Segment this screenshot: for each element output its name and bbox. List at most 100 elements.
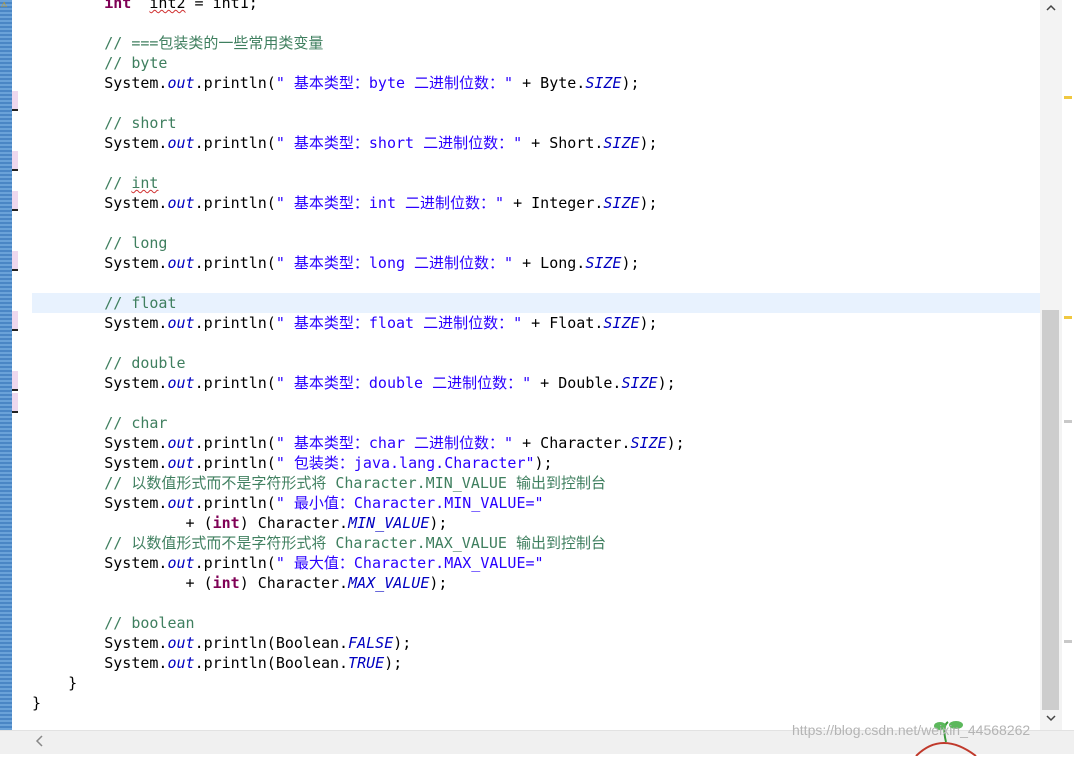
code-text: System.out.println(Boolean.FALSE); — [32, 633, 411, 653]
code-text: // short — [32, 113, 176, 133]
code-token: // ===包装类的一些常用类变量 — [104, 34, 324, 52]
code-token: System. — [104, 254, 168, 272]
code-line[interactable]: System.out.println(Boolean.TRUE); — [32, 653, 1040, 673]
code-token: ); — [429, 574, 448, 592]
code-token: " 包装类：java.lang.Character" — [275, 454, 535, 472]
code-token: = int1; — [185, 0, 258, 12]
code-token: System. — [104, 634, 168, 652]
chevron-down-icon[interactable] — [1043, 712, 1059, 728]
code-line[interactable]: } — [32, 693, 1040, 713]
code-line[interactable]: int int2 = int1; — [32, 0, 1040, 13]
code-text: // byte — [32, 53, 167, 73]
vertical-scrollbar[interactable] — [1040, 0, 1062, 730]
code-token: out — [167, 254, 195, 272]
code-token: SIZE — [603, 194, 640, 212]
chevron-left-icon[interactable] — [34, 734, 46, 752]
code-text: // float — [32, 293, 176, 313]
code-token: " 基本类型：double 二进制位数：" — [275, 374, 532, 392]
code-token: .println( — [194, 74, 276, 92]
code-line[interactable]: System.out.println(" 最小值：Character.MIN_V… — [32, 493, 1040, 513]
code-text: } — [32, 693, 41, 713]
code-line[interactable]: // short — [32, 113, 1040, 133]
code-token: " 基本类型：long 二进制位数：" — [275, 254, 514, 272]
code-text: // int — [32, 173, 158, 193]
code-line[interactable]: // double — [32, 353, 1040, 373]
code-line[interactable]: System.out.println(" 基本类型：long 二进制位数：" +… — [32, 253, 1040, 273]
code-token: SIZE — [603, 314, 640, 332]
overview-marker[interactable] — [1064, 96, 1072, 99]
editor-gutter — [12, 0, 32, 730]
code-line[interactable]: } — [32, 673, 1040, 693]
code-line[interactable]: System.out.println(" 基本类型：double 二进制位数："… — [32, 373, 1040, 393]
code-text: // boolean — [32, 613, 195, 633]
code-token: out — [167, 314, 195, 332]
code-line[interactable]: + (int) Character.MIN_VALUE); — [32, 513, 1040, 533]
code-token: int — [104, 0, 132, 12]
code-token: MIN_VALUE — [348, 514, 430, 532]
code-text: System.out.println(" 最小值：Character.MIN_V… — [32, 493, 544, 513]
code-token: int — [212, 514, 240, 532]
code-line[interactable]: System.out.println(" 基本类型：short 二进制位数：" … — [32, 133, 1040, 153]
code-line[interactable]: // int — [32, 173, 1040, 193]
code-editor[interactable]: int int2 = int1; // ===包装类的一些常用类变量 // by… — [32, 0, 1040, 730]
code-text: System.out.println(" 包装类：java.lang.Chara… — [32, 453, 552, 473]
code-token: .println( — [194, 454, 276, 472]
code-line[interactable]: System.out.println(" 包装类：java.lang.Chara… — [32, 453, 1040, 473]
code-line[interactable]: System.out.println(Boolean.FALSE); — [32, 633, 1040, 653]
code-line[interactable]: // byte — [32, 53, 1040, 73]
code-token: SIZE — [585, 74, 622, 92]
code-token: ); — [621, 254, 640, 272]
code-line[interactable]: // 以数值形式而不是字符形式将 Character.MIN_VALUE 输出到… — [32, 473, 1040, 493]
code-token: System. — [104, 74, 168, 92]
code-token: .println( — [194, 254, 276, 272]
overview-marker[interactable] — [1064, 316, 1072, 319]
change-marker — [12, 311, 18, 331]
code-token: .println( — [194, 134, 276, 152]
code-line[interactable]: // ===包装类的一些常用类变量 — [32, 33, 1040, 53]
change-marker — [12, 91, 18, 111]
code-line[interactable]: System.out.println(" 基本类型：float 二进制位数：" … — [32, 313, 1040, 333]
code-line[interactable]: // char — [32, 413, 1040, 433]
code-line[interactable]: + (int) Character.MAX_VALUE); — [32, 573, 1040, 593]
code-token: System. — [104, 554, 168, 572]
code-text: System.out.println(" 基本类型：long 二进制位数：" +… — [32, 253, 640, 273]
code-token: ); — [384, 654, 403, 672]
code-text: System.out.println(Boolean.TRUE); — [32, 653, 402, 673]
scrollbar-thumb[interactable] — [1042, 310, 1059, 710]
overview-marker[interactable] — [1064, 420, 1072, 423]
code-line[interactable]: System.out.println(" 基本类型：int 二进制位数：" + … — [32, 193, 1040, 213]
code-token: ); — [639, 134, 658, 152]
change-marker — [12, 371, 18, 391]
code-token: + Integer. — [504, 194, 604, 212]
code-text: + (int) Character.MAX_VALUE); — [32, 573, 448, 593]
overview-ruler[interactable] — [1062, 0, 1074, 730]
code-line-current[interactable]: // float — [32, 293, 1040, 313]
code-text: + (int) Character.MIN_VALUE); — [32, 513, 448, 533]
code-line[interactable]: System.out.println(" 最大值：Character.MAX_V… — [32, 553, 1040, 573]
warning-marker-icon: ⚠ — [1, 0, 8, 10]
code-token: " 最小值：Character.MIN_VALUE=" — [275, 494, 544, 512]
chevron-up-icon[interactable] — [1043, 2, 1059, 18]
code-line[interactable]: // long — [32, 233, 1040, 253]
code-text: System.out.println(" 基本类型：int 二进制位数：" + … — [32, 193, 657, 213]
code-line[interactable]: // 以数值形式而不是字符形式将 Character.MAX_VALUE 输出到… — [32, 533, 1040, 553]
code-text: // double — [32, 353, 185, 373]
code-token: .println( — [194, 494, 276, 512]
code-line[interactable]: // boolean — [32, 613, 1040, 633]
code-token: // boolean — [104, 614, 195, 632]
code-line[interactable]: System.out.println(" 基本类型：char 二进制位数：" +… — [32, 433, 1040, 453]
code-token: SIZE — [585, 254, 622, 272]
code-token: } — [32, 694, 42, 712]
overview-marker[interactable] — [1064, 640, 1072, 643]
code-token: // 以数值形式而不是字符形式将 Character.MIN_VALUE 输出到… — [104, 474, 606, 492]
code-line[interactable]: System.out.println(" 基本类型：byte 二进制位数：" +… — [32, 73, 1040, 93]
change-marker — [12, 191, 18, 211]
